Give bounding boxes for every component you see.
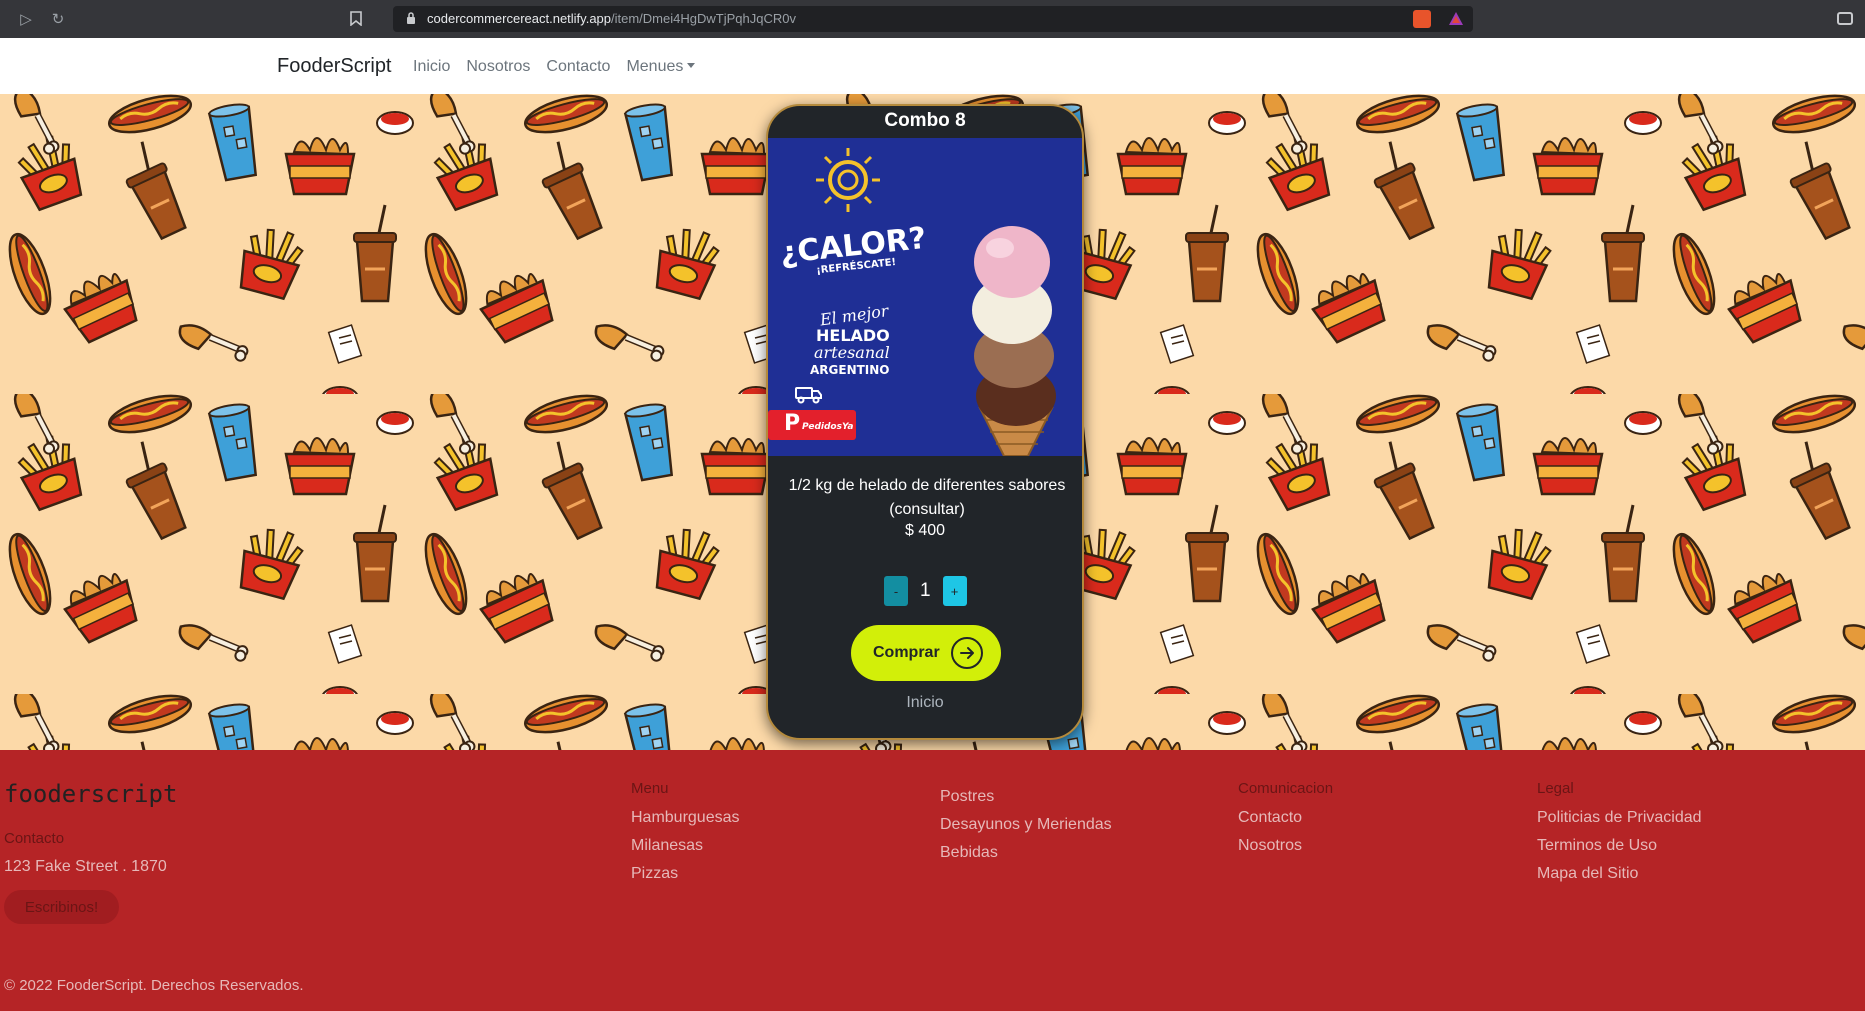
brave-shield-icon[interactable] — [1413, 10, 1431, 28]
site-navbar: FooderScript Inicio Nosotros Contacto Me… — [0, 38, 1865, 94]
footer-legal-column: Legal Politicias de Privacidad Terminos … — [1537, 780, 1702, 893]
svg-text:ARGENTINO: ARGENTINO — [810, 363, 890, 377]
svg-text:PedidosYa: PedidosYa — [802, 422, 854, 432]
reload-icon[interactable]: ↻ — [48, 9, 68, 29]
svg-text:artesanal: artesanal — [814, 343, 890, 362]
site-footer: fooderscript Contacto 123 Fake Street . … — [0, 750, 1865, 1011]
footer-link-terminos[interactable]: Terminos de Uso — [1537, 837, 1702, 855]
quantity-stepper: - 1 + — [884, 576, 967, 606]
product-title: Combo 8 — [884, 110, 966, 131]
back-icon[interactable]: ▷ — [16, 9, 36, 29]
footer-link-bebidas[interactable]: Bebidas — [940, 844, 1112, 862]
product-card: Combo 8 ¿CALOR? ¡REFRÉSCATE! El mejor HE… — [766, 104, 1084, 740]
address-bar[interactable]: codercommercereact.netlify.app/item/Dmei… — [393, 6, 1473, 32]
footer-link-nosotros[interactable]: Nosotros — [1238, 837, 1333, 855]
nav-link-nosotros[interactable]: Nosotros — [466, 58, 530, 76]
url-text: codercommercereact.netlify.app/item/Dmei… — [427, 11, 796, 26]
footer-link-pizzas[interactable]: Pizzas — [631, 865, 740, 883]
quantity-value: 1 — [920, 580, 931, 601]
brand-logo[interactable]: FooderScript — [277, 55, 392, 78]
footer-contact-heading: Contacto — [4, 830, 65, 847]
footer-link-postres[interactable]: Postres — [940, 788, 1112, 806]
footer-link-privacidad[interactable]: Politicias de Privacidad — [1537, 809, 1702, 827]
footer-menu-heading: Menu — [631, 780, 669, 797]
footer-logo: fooderscript — [4, 780, 178, 808]
nav-link-menues-dropdown[interactable]: Menues — [626, 58, 696, 76]
nav-links: Inicio Nosotros Contacto Menues — [413, 58, 696, 76]
footer-comunicacion-column: Comunicacion Contacto Nosotros — [1238, 780, 1333, 865]
buy-button[interactable]: Comprar — [851, 625, 1001, 681]
wallet-icon[interactable] — [1837, 12, 1853, 25]
write-us-button[interactable]: Escribinos! — [4, 890, 119, 924]
home-link[interactable]: Inicio — [768, 694, 1082, 712]
footer-link-milanesas[interactable]: Milanesas — [631, 837, 740, 855]
footer-menu2-column: Postres Desayunos y Meriendas Bebidas — [940, 788, 1112, 872]
footer-link-hamburguesas[interactable]: Hamburguesas — [631, 809, 740, 827]
buy-button-label: Comprar — [873, 644, 940, 661]
browser-toolbar: ▷ ↻ codercommercereact.netlify.app/item/… — [0, 0, 1865, 38]
product-price: $ 400 — [904, 522, 946, 539]
lock-icon — [407, 12, 415, 24]
increment-button[interactable]: + — [942, 576, 967, 606]
nav-link-inicio[interactable]: Inicio — [413, 58, 450, 76]
footer-comunicacion-heading: Comunicacion — [1238, 780, 1334, 797]
footer-copyright: © 2022 FooderScript. Derechos Reservados… — [4, 977, 304, 994]
nav-link-contacto[interactable]: Contacto — [546, 58, 610, 76]
decrement-button[interactable]: - — [884, 576, 908, 606]
svg-text:P: P — [784, 411, 800, 436]
bookmark-icon[interactable] — [350, 11, 362, 27]
product-image: ¿CALOR? ¡REFRÉSCATE! El mejor HELADO art… — [768, 138, 1082, 456]
menues-label: Menues — [626, 58, 684, 75]
footer-address: 123 Fake Street . 1870 — [4, 858, 167, 875]
product-description: 1/2 kg de helado de diferentes sabores (… — [788, 477, 1066, 518]
rewards-icon[interactable] — [1447, 10, 1465, 28]
footer-menu-column: Menu Hamburguesas Milanesas Pizzas — [631, 780, 740, 893]
caret-down-icon — [687, 63, 696, 68]
footer-link-contacto[interactable]: Contacto — [1238, 809, 1333, 827]
footer-link-desayunos[interactable]: Desayunos y Meriendas — [940, 816, 1112, 834]
footer-legal-heading: Legal — [1537, 780, 1574, 797]
ice-cream-ad-image: ¿CALOR? ¡REFRÉSCATE! El mejor HELADO art… — [768, 138, 1082, 456]
arrow-right-icon — [951, 637, 983, 669]
footer-link-mapa[interactable]: Mapa del Sitio — [1537, 865, 1702, 883]
